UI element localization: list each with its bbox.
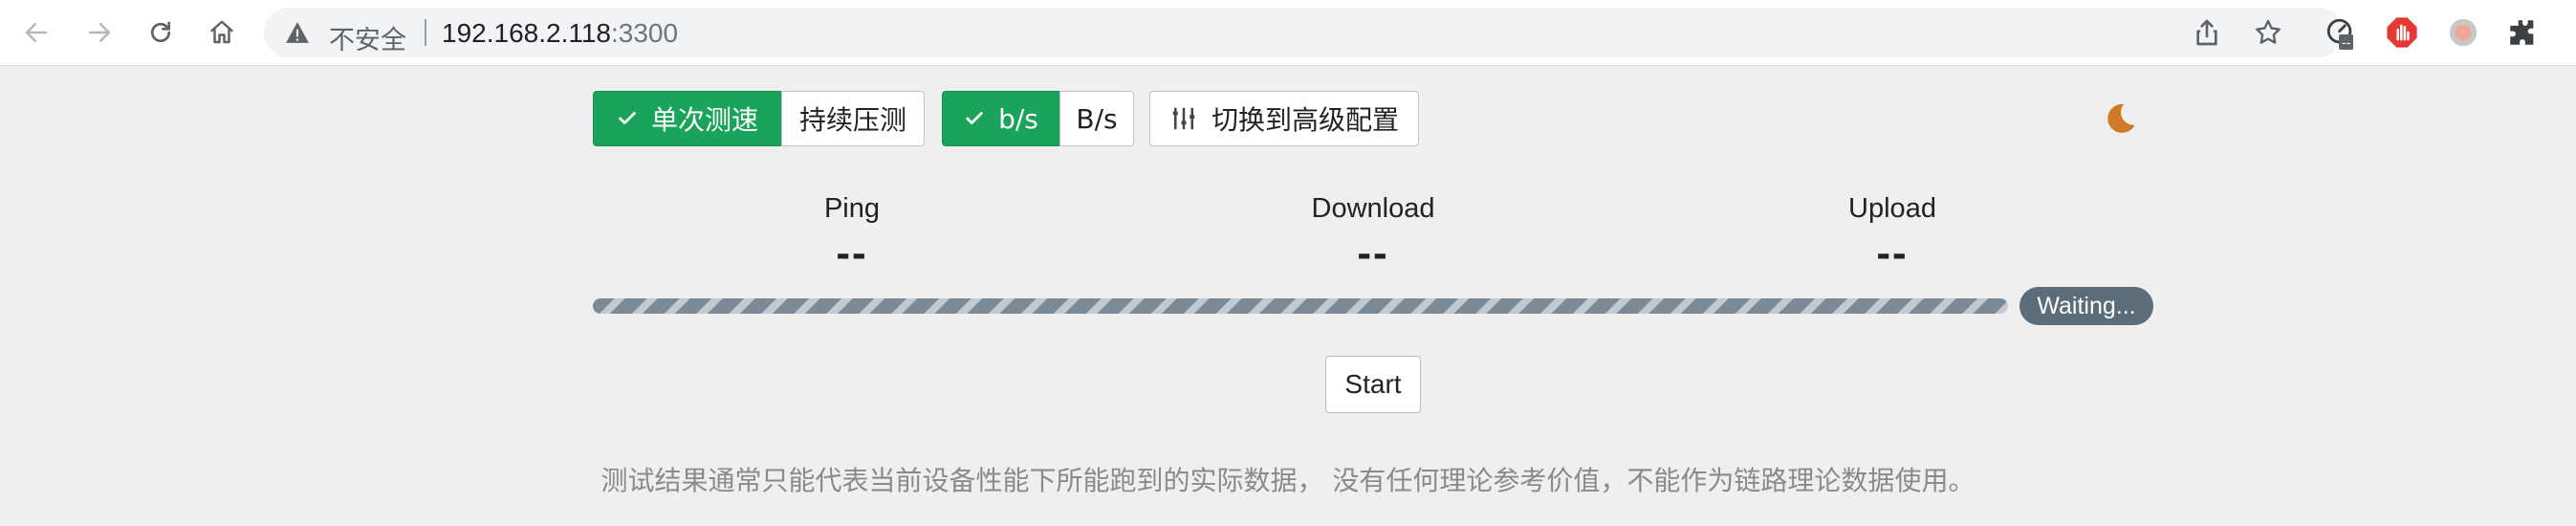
browser-toolbar: 不安全 192.168.2.118:3300 -- [0, 0, 2576, 66]
advanced-config-label: 切换到高级配置 [1211, 104, 1399, 136]
address-bar[interactable]: 不安全 192.168.2.118:3300 [264, 8, 2343, 57]
speedometer-extension[interactable]: -- [2322, 13, 2360, 52]
extensions-button[interactable] [2503, 13, 2542, 52]
circle-icon [2449, 18, 2478, 47]
upload-value: -- [1876, 230, 1909, 276]
extension-badge: -- [2339, 34, 2354, 50]
omnibox-divider [425, 19, 426, 46]
reload-icon [150, 21, 171, 43]
ping-value: -- [836, 230, 868, 276]
advanced-config-button[interactable]: 切换到高级配置 [1149, 91, 1419, 146]
home-button[interactable] [199, 10, 245, 55]
bits-unit-button[interactable]: b/s [942, 91, 1060, 146]
star-icon[interactable] [2253, 17, 2283, 48]
back-button[interactable] [13, 10, 59, 55]
check-icon [619, 112, 636, 124]
stop-hand-icon [2387, 17, 2417, 48]
url-port: :3300 [610, 18, 679, 48]
reload-button[interactable] [138, 10, 184, 55]
download-label: Download [1311, 193, 1435, 224]
profile-extension[interactable] [2444, 13, 2482, 52]
disclaimer-text: 测试结果通常只能代表当前设备性能下所能跑到的实际数据， 没有任何理论参考价值，不… [600, 465, 1976, 496]
ping-label: Ping [823, 193, 881, 224]
warning-icon [286, 22, 309, 43]
url-text[interactable]: 192.168.2.118:3300 [442, 18, 678, 49]
continuous-test-label: 持续压测 [798, 104, 906, 136]
url-host: 192.168.2.118 [442, 18, 611, 48]
continuous-test-button[interactable]: 持续压测 [781, 91, 925, 146]
puzzle-icon [2510, 20, 2534, 45]
sliders-icon [1172, 107, 1195, 130]
back-icon [25, 23, 48, 42]
single-test-button[interactable]: 单次测速 [593, 91, 782, 146]
share-icon[interactable] [2192, 17, 2222, 48]
progress-bar [593, 298, 2008, 314]
status-badge: Waiting... [2019, 287, 2153, 325]
forward-icon [88, 23, 111, 42]
bits-unit-label: b/s [998, 102, 1038, 135]
check-icon [966, 112, 983, 124]
bytes-unit-label: B/s [1076, 102, 1118, 135]
download-value: -- [1357, 230, 1389, 276]
single-test-label: 单次测速 [650, 104, 758, 136]
security-label[interactable]: 不安全 [329, 19, 406, 56]
start-button[interactable]: Start [1325, 356, 1421, 413]
adblock-extension[interactable] [2383, 13, 2421, 52]
upload-label: Upload [1848, 193, 1936, 224]
bytes-unit-button[interactable]: B/s [1059, 91, 1134, 146]
moon-icon[interactable] [2100, 99, 2138, 138]
home-icon [209, 20, 234, 44]
forward-button[interactable] [76, 10, 122, 55]
